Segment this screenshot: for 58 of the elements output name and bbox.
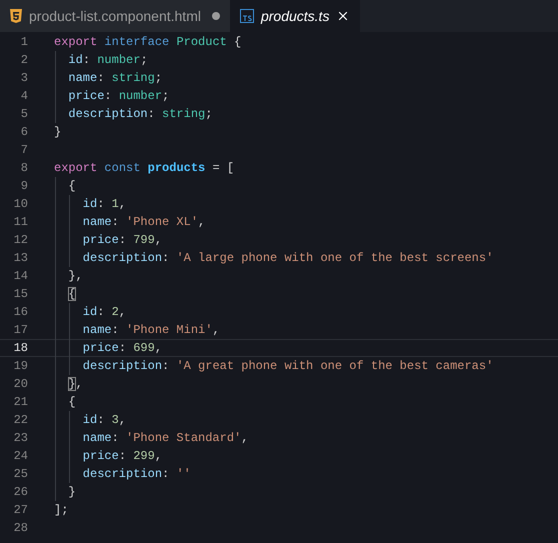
code-line: { bbox=[67, 394, 76, 411]
line-number: 10 bbox=[12, 196, 28, 213]
line-number: 20 bbox=[12, 376, 28, 393]
line-number: 4 bbox=[20, 88, 28, 105]
line-number: 17 bbox=[12, 322, 28, 339]
code-line: export interface Product { bbox=[54, 34, 242, 51]
code-line: id: 1, bbox=[82, 196, 126, 213]
line-number: 2 bbox=[20, 52, 28, 69]
line-number: 19 bbox=[12, 358, 28, 375]
code-line: { bbox=[67, 178, 76, 195]
line-number: 14 bbox=[12, 268, 28, 285]
line-number: 9 bbox=[20, 178, 28, 195]
code-line: id: 2, bbox=[82, 304, 126, 321]
line-number: 5 bbox=[20, 106, 28, 123]
line-number: 13 bbox=[12, 250, 28, 267]
line-number: 8 bbox=[20, 160, 28, 177]
code-line: price: 799, bbox=[82, 232, 162, 249]
line-number: 1 bbox=[20, 34, 28, 51]
editor-tab[interactable]: product-list.component.html bbox=[0, 0, 230, 32]
code-line: id: number; bbox=[67, 52, 148, 69]
code-line: }, bbox=[67, 268, 83, 285]
code-line: price: number; bbox=[67, 88, 170, 105]
line-number: 11 bbox=[12, 214, 28, 231]
code-line: { bbox=[67, 286, 76, 303]
code-line: name: 'Phone Standard', bbox=[82, 430, 248, 447]
line-number: 21 bbox=[12, 394, 28, 411]
line-number: 6 bbox=[20, 124, 28, 141]
code-line: name: 'Phone Mini', bbox=[82, 322, 220, 339]
line-number: 28 bbox=[12, 520, 28, 537]
code-line: } bbox=[67, 484, 76, 501]
line-number: 26 bbox=[12, 484, 28, 501]
code-line: description: 'A large phone with one of the best screens' bbox=[82, 250, 494, 267]
line-number: 22 bbox=[12, 412, 28, 429]
code-line: price: 299, bbox=[82, 448, 162, 465]
typescript-icon bbox=[240, 9, 254, 23]
line-number: 16 bbox=[12, 304, 28, 321]
code-line: } bbox=[54, 124, 62, 141]
line-number: 3 bbox=[20, 70, 28, 87]
line-number: 24 bbox=[12, 448, 28, 465]
code-line: }, bbox=[67, 376, 83, 393]
line-number: 12 bbox=[12, 232, 28, 249]
code-line: price: 699, bbox=[82, 340, 162, 357]
line-number: 23 bbox=[12, 430, 28, 447]
code-line: id: 3, bbox=[82, 412, 126, 429]
line-number: 18 bbox=[12, 340, 28, 357]
line-number: 25 bbox=[12, 466, 28, 483]
code-line: name: 'Phone XL', bbox=[82, 214, 206, 231]
line-number: 15 bbox=[12, 286, 28, 303]
code-line: description: string; bbox=[67, 106, 212, 123]
code-line: ]; bbox=[54, 502, 68, 519]
line-number: 27 bbox=[12, 502, 28, 519]
code-line: name: string; bbox=[67, 70, 162, 87]
html5-icon bbox=[10, 9, 22, 23]
line-number: 7 bbox=[20, 142, 28, 159]
code-line: description: '' bbox=[82, 466, 191, 483]
code-line: export const products = [ bbox=[54, 160, 234, 177]
code-line: description: 'A great phone with one of the best cameras' bbox=[82, 358, 494, 375]
editor-tab[interactable]: products.ts bbox=[230, 0, 360, 32]
